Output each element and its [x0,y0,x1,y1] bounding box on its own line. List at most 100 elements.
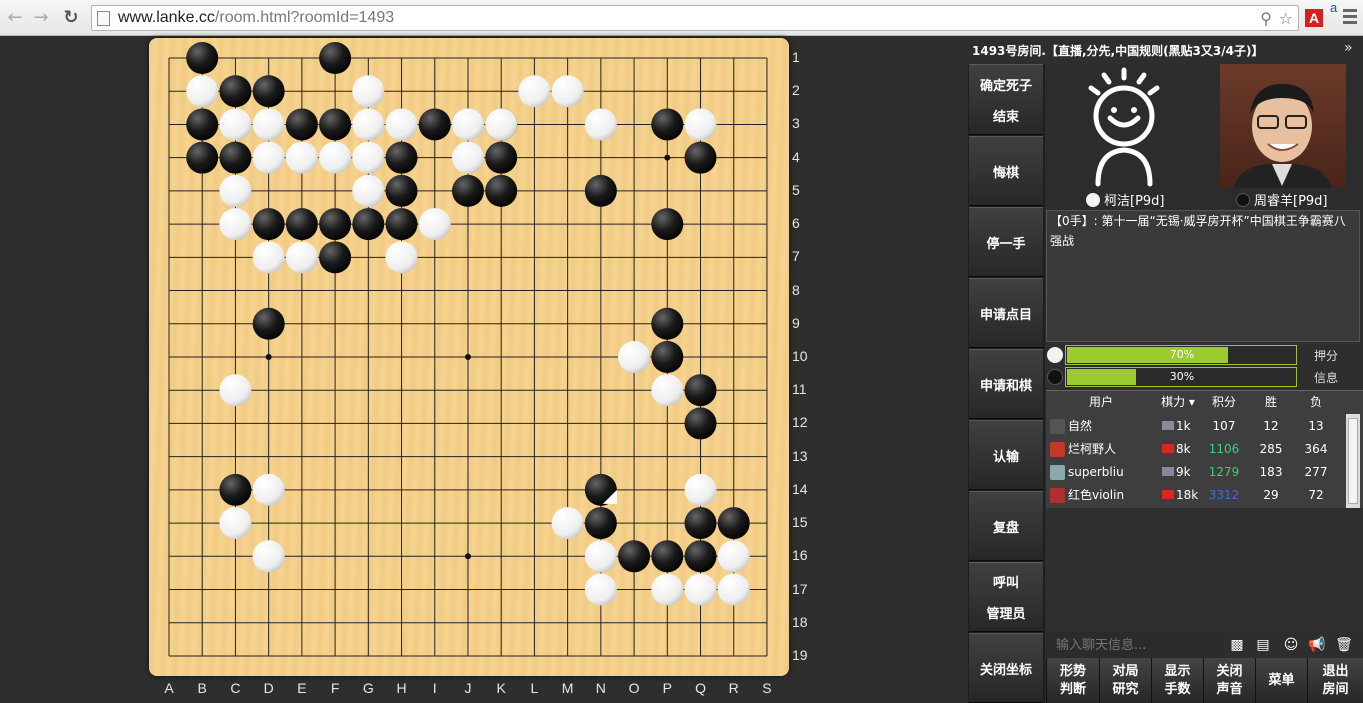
analysis-button[interactable]: 对局 研究 [1099,658,1151,703]
header-user[interactable]: 用户 [1076,391,1126,413]
bet-link[interactable]: 押分 [1314,347,1338,364]
side-button-label: 结束 [992,109,1019,125]
menu-button[interactable]: 菜单 [1255,658,1307,703]
user-score: 3312 [1208,488,1240,502]
side-button-label: 认输 [992,449,1019,465]
white-stone [551,507,584,540]
white-stone [584,540,617,573]
row-label: 13 [792,447,808,464]
address-bar[interactable]: www.lanke.cc/room.html?roomId=1493 ⚲ ☆ [91,5,1299,31]
black-stone [285,108,318,141]
info-link[interactable]: 信息 [1314,369,1338,386]
black-stone [352,208,385,241]
trash-icon[interactable]: 🗑 [1333,637,1355,653]
acrobat-extension-icon[interactable]: A [1305,9,1323,27]
black-stone [485,141,518,174]
situation-button[interactable]: 形势 判断 [1046,658,1099,703]
confirm-dead-end-button[interactable]: 确定死子 结束 [969,64,1043,135]
white-stone [684,473,717,506]
row-label: 10 [792,347,808,364]
black-stone [485,174,518,207]
bookmark-star-icon[interactable]: ☆ [1279,9,1293,28]
white-stone [352,174,385,207]
white-stone [451,141,484,174]
white-stone [584,573,617,606]
message-list-icon[interactable]: ▤ [1252,637,1274,653]
reload-icon[interactable]: ↻ [60,7,82,29]
black-stone [186,108,219,141]
black-stone [319,241,352,274]
column-label: N [595,680,606,696]
white-stone [252,241,285,274]
row-label: 19 [792,646,808,663]
white-stone [252,473,285,506]
white-stone [219,374,252,407]
review-button[interactable]: 复盘 [969,491,1043,561]
chat-input[interactable] [1046,632,1224,658]
scroll-thumb[interactable] [1348,418,1358,504]
header-wins[interactable]: 胜 [1256,391,1286,413]
user-losses: 72 [1308,488,1324,502]
exit-room-button[interactable]: 退出 房间 [1307,658,1363,703]
user-row[interactable]: superbliu 9k 1279 183 277 [1046,461,1346,484]
user-rank: 9k [1162,461,1206,484]
hide-coords-button[interactable]: 关闭坐标 [969,633,1043,703]
star-point [664,154,671,161]
user-row[interactable]: 自然 1k 107 12 13 [1046,415,1346,438]
white-stone [252,108,285,141]
column-label: D [263,680,274,696]
user-losses: 13 [1308,419,1324,433]
black-stone [219,473,252,506]
board-grid[interactable] [149,38,789,676]
column-label: K [496,680,506,696]
browser-menu-icon[interactable] [1343,9,1357,27]
white-stone [252,540,285,573]
forward-arrow-icon[interactable]: → [30,7,52,29]
page-icon [97,11,110,26]
user-rank-value: 18k [1176,488,1199,502]
column-label: F [330,680,340,696]
undo-button[interactable]: 悔棋 [969,136,1043,206]
header-losses[interactable]: 负 [1301,391,1331,413]
user-avatar-icon [1050,419,1065,434]
black-stone [252,208,285,241]
bottom-button-label: 房间 [1322,681,1349,697]
collapse-icon[interactable]: » [1344,40,1353,56]
resign-button[interactable]: 认输 [969,420,1043,490]
user-name: superbliu [1068,465,1124,479]
user-row[interactable]: 红色violin 18k 3312 29 72 [1046,484,1346,507]
row-label: 7 [792,248,800,265]
request-count-button[interactable]: 申请点目 [969,278,1043,348]
user-row[interactable]: 烂柯野人 8k 1106 285 364 [1046,438,1346,461]
pass-button[interactable]: 停一手 [969,207,1043,277]
zoom-icon[interactable]: ⚲ [1260,9,1272,28]
white-stone [285,141,318,174]
chat-messages [1046,510,1363,632]
flag-icon [1162,421,1174,430]
bottom-button-label: 研究 [1112,681,1139,697]
sort-down-icon: ▾ [1188,395,1195,409]
chat-bubble-icon[interactable]: ▩ [1226,637,1248,653]
show-numbers-button[interactable]: 显示 手数 [1151,658,1203,703]
bottom-button-label: 判断 [1059,681,1086,697]
user-list-scrollbar[interactable] [1346,414,1360,508]
mute-button[interactable]: 关闭 声音 [1203,658,1255,703]
header-score[interactable]: 积分 [1206,391,1242,413]
translate-extension-icon[interactable]: a [1330,0,1337,15]
user-avatar-icon [1050,488,1065,503]
request-draw-button[interactable]: 申请和棋 [969,349,1043,419]
header-rank[interactable]: 棋力 ▾ [1158,391,1198,413]
url-text[interactable]: www.lanke.cc/room.html?roomId=1493 [118,9,394,27]
megaphone-icon[interactable]: 📢 [1306,637,1328,653]
go-board[interactable] [149,38,789,676]
user-avatar-icon [1050,442,1065,457]
column-label: C [230,680,241,696]
call-admin-button[interactable]: 呼叫 管理员 [969,562,1043,632]
smiley-icon[interactable]: ☺ [1280,637,1302,653]
back-arrow-icon[interactable]: ← [4,7,26,29]
star-point [464,553,471,560]
white-stone [219,174,252,207]
black-stone [186,141,219,174]
white-stone [352,141,385,174]
column-label: E [297,680,307,696]
